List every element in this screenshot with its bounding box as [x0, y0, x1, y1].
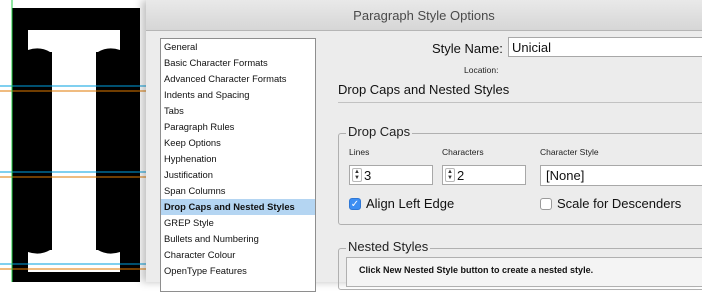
category-item-tabs[interactable]: Tabs — [161, 103, 315, 119]
style-name-input[interactable]: Unicial — [508, 37, 702, 57]
lines-stepper-arrows-icon[interactable]: ▲ ▼ — [352, 168, 362, 182]
title-bar[interactable]: Paragraph Style Options — [146, 0, 702, 31]
category-item-span-columns[interactable]: Span Columns — [161, 183, 315, 199]
section-divider — [338, 102, 702, 103]
category-item-keep-options[interactable]: Keep Options — [161, 135, 315, 151]
scale-for-descenders-checkbox[interactable] — [540, 198, 552, 210]
category-item-character-colour[interactable]: Character Colour — [161, 247, 315, 263]
characters-stepper-arrows-icon[interactable]: ▲ ▼ — [445, 168, 455, 182]
dialog-title: Paragraph Style Options — [353, 8, 495, 23]
paragraph-style-options-dialog: Paragraph Style Options General Basic Ch… — [146, 0, 702, 292]
lines-stepper[interactable]: ▲ ▼ 3 — [349, 165, 433, 185]
category-item-indents-and-spacing[interactable]: Indents and Spacing — [161, 87, 315, 103]
characters-value: 2 — [457, 168, 465, 183]
scale-for-descenders-label: Scale for Descenders — [557, 196, 682, 211]
category-item-drop-caps-and-nested-styles[interactable]: Drop Caps and Nested Styles — [161, 199, 315, 215]
drop-cap-glyph-preview — [0, 0, 150, 282]
section-title: Drop Caps and Nested Styles — [338, 82, 510, 97]
category-item-hyphenation[interactable]: Hyphenation — [161, 151, 315, 167]
location-label: Location: — [464, 65, 499, 75]
category-item-advanced-character-formats[interactable]: Advanced Character Formats — [161, 71, 315, 87]
nested-styles-group-label: Nested Styles — [346, 239, 431, 254]
category-item-bullets-and-numbering[interactable]: Bullets and Numbering — [161, 231, 315, 247]
drop-caps-group-label: Drop Caps — [346, 124, 413, 139]
document-canvas — [0, 0, 150, 282]
lines-label: Lines — [349, 147, 370, 157]
character-style-label: Character Style — [540, 147, 599, 157]
characters-stepper[interactable]: ▲ ▼ 2 — [442, 165, 526, 185]
lines-value: 3 — [364, 168, 372, 183]
characters-label: Characters — [442, 147, 484, 157]
category-item-opentype-features[interactable]: OpenType Features — [161, 263, 315, 279]
category-item-justification[interactable]: Justification — [161, 167, 315, 183]
category-item-general[interactable]: General — [161, 39, 315, 55]
category-list[interactable]: General Basic Character Formats Advanced… — [160, 38, 316, 292]
category-item-grep-style[interactable]: GREP Style — [161, 215, 315, 231]
category-item-paragraph-rules[interactable]: Paragraph Rules — [161, 119, 315, 135]
character-style-select[interactable]: [None] — [540, 165, 702, 186]
style-name-label: Style Name: — [432, 41, 503, 56]
category-item-basic-character-formats[interactable]: Basic Character Formats — [161, 55, 315, 71]
align-left-edge-label: Align Left Edge — [366, 196, 455, 211]
nested-styles-message: Click New Nested Style button to create … — [359, 265, 594, 275]
align-left-edge-checkbox[interactable]: ✓ — [349, 198, 361, 210]
